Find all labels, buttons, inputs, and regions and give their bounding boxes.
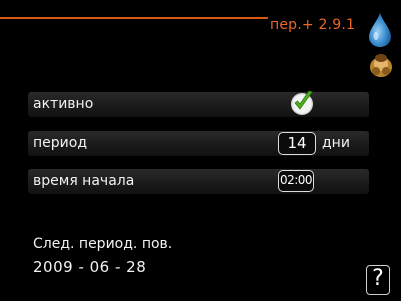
menu-code: пер.+ 2.9.1 bbox=[270, 17, 356, 33]
row-start-time[interactable]: время начала 02:00 bbox=[28, 169, 369, 194]
next-period-date: 2009 - 06 - 28 bbox=[33, 258, 147, 276]
start-time-value[interactable]: 02:00 bbox=[278, 170, 314, 192]
checkmark-icon[interactable] bbox=[288, 88, 318, 118]
header-line bbox=[0, 17, 268, 19]
person-icon bbox=[370, 54, 392, 77]
help-button[interactable]: ? bbox=[366, 265, 390, 295]
start-time-label: время начала bbox=[33, 173, 135, 189]
period-unit: дни bbox=[322, 135, 350, 151]
screen: пер.+ 2.9.1 активно период 14 дни время … bbox=[0, 0, 401, 301]
active-label: активно bbox=[33, 96, 94, 112]
period-value[interactable]: 14 bbox=[278, 132, 316, 155]
next-period-label: След. период. пов. bbox=[33, 236, 173, 252]
row-active[interactable]: активно bbox=[28, 90, 369, 117]
period-label: период bbox=[33, 135, 87, 151]
row-period[interactable]: период 14 дни bbox=[28, 131, 369, 156]
water-drop-icon bbox=[369, 13, 391, 47]
